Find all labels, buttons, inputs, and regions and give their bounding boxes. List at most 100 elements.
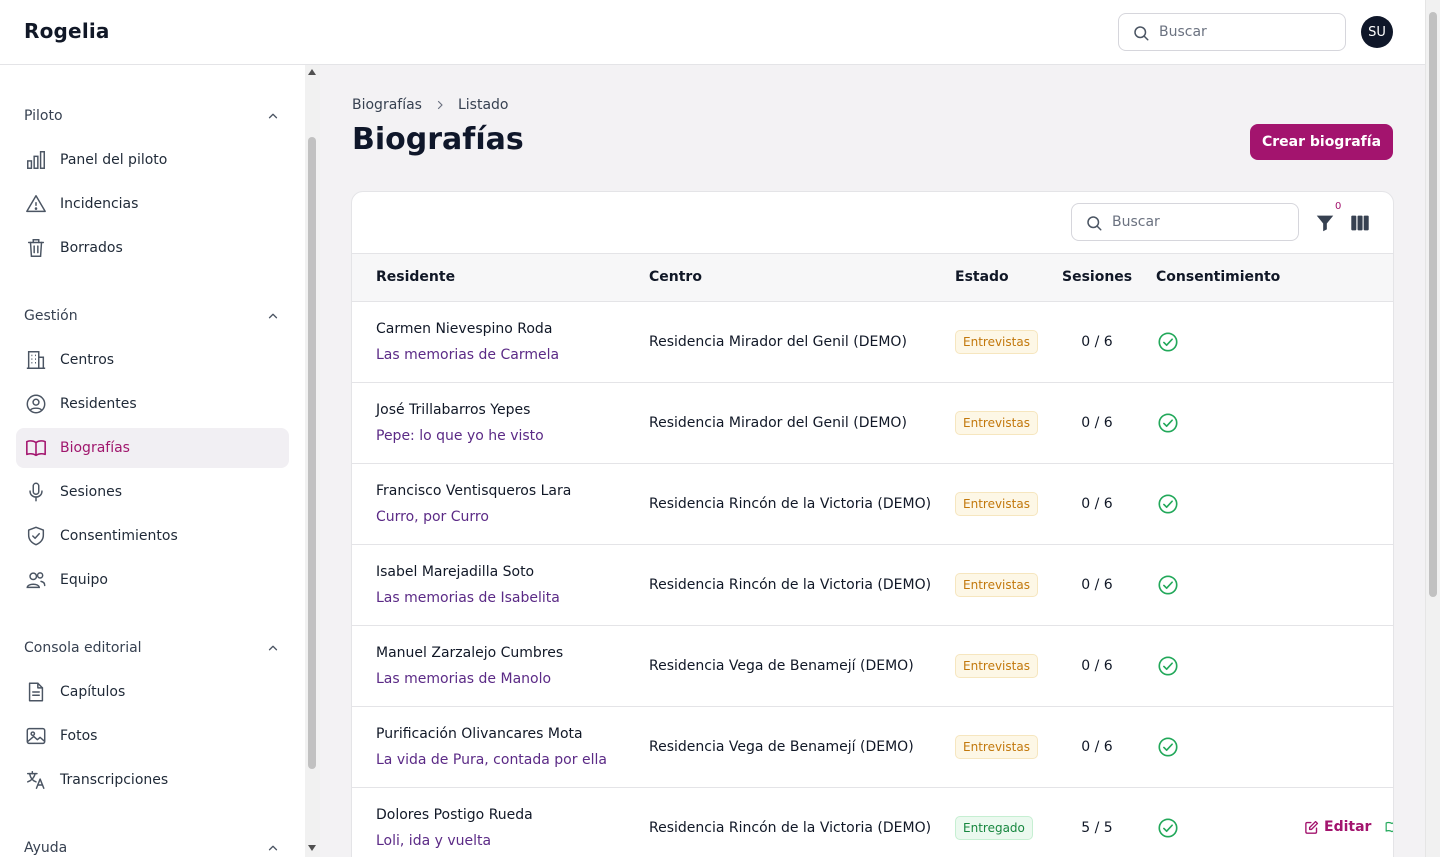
sidebar-item-residentes[interactable]: Residentes [16,384,289,424]
biography-title-link[interactable]: Pepe: lo que yo he visto [376,428,544,444]
building-icon [24,348,48,372]
translate-icon [24,768,48,792]
check-circle-icon [1158,575,1178,595]
sidebar-item-capitulos[interactable]: Capítulos [16,672,289,712]
column-header-residente[interactable]: Residente [376,269,455,285]
user-circle-icon [24,392,48,416]
search-icon [1134,26,1149,41]
sidebar-item-centros[interactable]: Centros [16,340,289,380]
centro-name: Residencia Vega de Benamejí (DEMO) [649,739,914,755]
resident-name: Manuel Zarzalejo Cumbres [376,645,564,661]
sidebar-item-label: Centros [60,352,115,368]
columns-icon[interactable] [1349,212,1371,234]
sessions-count: 0 / 6 [1081,334,1113,350]
edit-label: Editar [1324,819,1372,835]
page-scrollbar-thumb[interactable] [1429,12,1437,597]
create-biography-button[interactable]: Crear biografía [1250,124,1393,160]
sidebar-item-consentimientos[interactable]: Consentimientos [16,516,289,556]
users-icon [24,568,48,592]
resident-name: Purificación Olivancares Mota [376,726,583,742]
biography-title-link[interactable]: Las memorias de Isabelita [376,590,560,606]
column-header-estado[interactable]: Estado [955,269,1009,285]
table-search-input[interactable] [1112,212,1292,232]
sidebar-item-panel-piloto[interactable]: Panel del piloto [16,140,289,180]
centro-name: Residencia Rincón de la Victoria (DEMO) [649,820,932,836]
brand-logo[interactable]: Rogelia [24,19,110,43]
scroll-up-arrow-icon[interactable] [308,69,316,75]
trash-icon [24,236,48,260]
resident-name: Isabel Marejadilla Soto [376,564,535,580]
check-circle-icon [1158,656,1178,676]
column-header-centro[interactable]: Centro [649,269,702,285]
status-badge: Entrevistas [955,735,1038,759]
sidebar-item-borrados[interactable]: Borrados [16,228,289,268]
breadcrumb-item-listado[interactable]: Listado [458,97,509,113]
table-search[interactable] [1071,203,1299,241]
sessions-count: 5 / 5 [1081,820,1113,836]
filter-count-badge: 0 [1333,201,1344,213]
edit-icon [1305,820,1319,834]
sessions-count: 0 / 6 [1081,577,1113,593]
chevron-up-icon [268,313,278,319]
table-row[interactable]: Carmen Nievespino Roda Las memorias de C… [352,302,1393,383]
column-header-sesiones[interactable]: Sesiones [1062,269,1132,285]
biographies-table-card: 0 Residente Centro Estado Sesiones Conse… [351,191,1394,857]
biography-title-link[interactable]: La vida de Pura, contada por ella [376,752,607,768]
centro-name: Residencia Rincón de la Victoria (DEMO) [649,496,932,512]
biography-title-link[interactable]: Loli, ida y vuelta [376,833,491,849]
shield-check-icon [24,524,48,548]
scroll-down-arrow-icon[interactable] [308,845,316,851]
sidebar-group-ayuda[interactable]: Ayuda [24,836,280,857]
sidebar-group-consola-editorial[interactable]: Consola editorial [24,636,280,660]
biography-title-link[interactable]: Las memorias de Carmela [376,347,559,363]
sidebar-item-fotos[interactable]: Fotos [16,716,289,756]
global-search-input[interactable] [1159,22,1339,42]
edit-button[interactable]: Editar [1304,819,1371,835]
breadcrumb: Biografías Listado [352,97,509,113]
bar-chart-icon [24,148,48,172]
chevron-up-icon [268,113,278,119]
sessions-count: 0 / 6 [1081,415,1113,431]
sidebar-scrollbar[interactable] [305,65,320,857]
sidebar-item-biografias[interactable]: Biografías [16,428,289,468]
table-row[interactable]: Isabel Marejadilla Soto Las memorias de … [352,545,1393,626]
chevron-right-icon [434,99,446,111]
sidebar-item-equipo[interactable]: Equipo [16,560,289,600]
top-bar: Rogelia SU [0,0,1425,65]
sidebar-item-label: Sesiones [60,484,123,500]
sidebar-item-transcripciones[interactable]: Transcripciones [16,760,289,800]
page-scrollbar[interactable] [1425,0,1440,857]
centro-name: Residencia Rincón de la Victoria (DEMO) [649,577,932,593]
sidebar-scrollbar-thumb[interactable] [308,137,316,769]
sidebar-group-piloto[interactable]: Piloto [24,104,280,128]
sidebar-item-incidencias[interactable]: Incidencias [16,184,289,224]
table-row[interactable]: Francisco Ventisqueros Lara Curro, por C… [352,464,1393,545]
filter-icon[interactable] [1314,212,1336,234]
sidebar-item-label: Capítulos [60,684,126,700]
sidebar-item-label: Panel del piloto [60,152,168,168]
status-badge: Entregado [955,816,1033,840]
book-icon[interactable] [1385,820,1394,834]
status-badge: Entrevistas [955,330,1038,354]
sidebar-group-gestion[interactable]: Gestión [24,304,280,328]
status-badge: Entrevistas [955,654,1038,678]
sessions-count: 0 / 6 [1081,739,1113,755]
resident-name: José Trillabarros Yepes [376,402,531,418]
global-search[interactable] [1118,13,1346,51]
centro-name: Residencia Mirador del Genil (DEMO) [649,334,907,350]
table-header: Residente Centro Estado Sesiones Consent… [352,253,1393,302]
table-row[interactable]: Manuel Zarzalejo Cumbres Las memorias de… [352,626,1393,707]
resident-name: Carmen Nievespino Roda [376,321,553,337]
breadcrumb-item-biografias[interactable]: Biografías [352,97,422,113]
table-row[interactable]: Dolores Postigo Rueda Loli, ida y vuelta… [352,788,1394,857]
warning-icon [24,192,48,216]
table-row[interactable]: Purificación Olivancares Mota La vida de… [352,707,1393,788]
biography-title-link[interactable]: Curro, por Curro [376,509,489,525]
table-row[interactable]: José Trillabarros Yepes Pepe: lo que yo … [352,383,1393,464]
check-circle-icon [1158,494,1178,514]
user-avatar[interactable]: SU [1361,16,1393,48]
sidebar-item-label: Incidencias [60,196,139,212]
biography-title-link[interactable]: Las memorias de Manolo [376,671,551,687]
sidebar-item-sesiones[interactable]: Sesiones [16,472,289,512]
column-header-consentimiento[interactable]: Consentimiento [1156,269,1280,285]
